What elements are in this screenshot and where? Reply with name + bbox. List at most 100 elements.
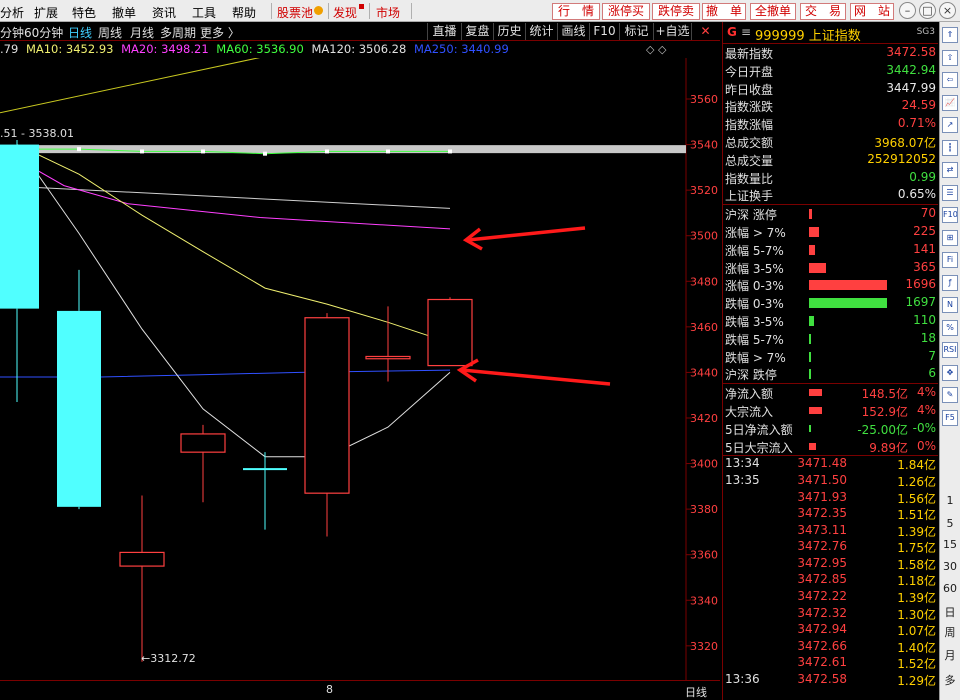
flow-label: 大宗流入 <box>725 404 774 419</box>
minimize-icon[interactable]: – <box>899 2 916 19</box>
list-icon[interactable]: ☰ <box>942 184 958 201</box>
tick-time: 13:36 <box>725 672 760 687</box>
ma250-value: MA250: 3440.99 <box>413 42 509 56</box>
cancel-order-button[interactable]: 撤 单 <box>702 3 746 20</box>
ma10-value: MA10: 3452.93 <box>25 42 114 56</box>
trade-button[interactable]: 交 易 <box>800 3 846 20</box>
period-weekly[interactable]: 周线 <box>98 24 122 41</box>
menu-analysis[interactable]: 分析 <box>0 4 24 21</box>
finance-icon[interactable]: Fi <box>942 252 958 268</box>
strip-period-9[interactable]: 多 <box>940 672 960 688</box>
distribution-label: 沪深 跌停 <box>725 368 777 383</box>
close-chart-icon[interactable]: ✕ <box>691 23 719 40</box>
strip-period-7[interactable]: 周 <box>940 624 960 640</box>
distribution-row: 沪深 跌停 6 <box>723 365 938 383</box>
menu-help[interactable]: 帮助 <box>232 4 256 21</box>
f10-icon[interactable]: F10 <box>942 207 958 223</box>
strip-period-3[interactable]: 15 <box>940 538 960 551</box>
live-button[interactable]: 直播 <box>427 23 461 40</box>
rsi-icon[interactable]: RSI <box>942 342 958 358</box>
menu-feature[interactable]: 特色 <box>72 4 96 21</box>
news-icon[interactable]: N <box>942 297 958 313</box>
move-icon[interactable]: ✥ <box>942 364 958 381</box>
filter-icon[interactable]: ⊞ <box>942 229 958 246</box>
stats-icon[interactable]: % <box>942 319 958 336</box>
collapse-diamond-icon[interactable]: ◇ ◇ <box>646 43 666 56</box>
distribution-label: 跌幅 3-5% <box>725 314 784 329</box>
quote-row: 总成交量 252912052 <box>723 151 938 169</box>
add-watchlist-button[interactable]: +自选 <box>653 23 691 40</box>
tick-price: 3472.35 <box>797 506 847 521</box>
menu-news[interactable]: 资讯 <box>152 4 176 21</box>
distribution-row: 涨幅 5-7% 141 <box>723 241 938 259</box>
strip-period-2[interactable]: 5 <box>940 517 960 530</box>
history-button[interactable]: 历史 <box>493 23 525 40</box>
tick-volume: 1.18亿 <box>897 574 936 589</box>
period-minute[interactable]: 分钟 <box>0 24 24 41</box>
tick-row: 3472.95 1.58亿 <box>723 556 938 573</box>
strip-period-5[interactable]: 60 <box>940 582 960 595</box>
chart-icon[interactable]: 📈 <box>942 94 958 111</box>
formula-icon[interactable]: ƒ <box>942 274 958 291</box>
f5-icon[interactable]: F5 <box>942 409 958 426</box>
home-icon[interactable]: ⇧ <box>942 49 958 66</box>
restore-icon[interactable]: □ <box>919 2 936 19</box>
flow-bar <box>809 389 822 397</box>
tick-row: 3471.93 1.56亿 <box>723 490 938 507</box>
tick-volume: 1.40亿 <box>897 640 936 655</box>
quote-value: 3442.94 <box>886 62 936 77</box>
flow-bar <box>809 424 811 432</box>
limit-up-buy-button[interactable]: 涨停买 <box>602 3 650 20</box>
tick-row: 3472.66 1.40亿 <box>723 639 938 656</box>
close-icon[interactable]: × <box>939 2 956 19</box>
period-more[interactable]: 更多 〉 <box>200 24 240 41</box>
tick-row: 3472.94 1.07亿 <box>723 622 938 639</box>
tick-row: 3472.85 1.18亿 <box>723 572 938 589</box>
quote-list: 最新指数 3472.58 今日开盘 3442.94 昨日收盘 3447.99 指数涨跌 24.… <box>723 44 938 204</box>
quote-button[interactable]: 行 情 <box>552 3 600 20</box>
up-arrow-icon[interactable]: ⇑ <box>942 27 958 43</box>
menu-discover[interactable]: 发现 <box>333 4 357 21</box>
tick-row: 3472.35 1.51亿 <box>723 506 938 523</box>
menu-tools[interactable]: 工具 <box>192 4 216 21</box>
tick-volume: 1.75亿 <box>897 541 936 556</box>
period-60min[interactable]: 60分钟 <box>24 24 63 41</box>
f10-button[interactable]: F10 <box>589 23 619 40</box>
date-label: 8 <box>326 683 333 696</box>
pencil-icon[interactable]: ✎ <box>942 387 958 403</box>
strip-period-4[interactable]: 30 <box>940 560 960 573</box>
menu-extend[interactable]: 扩展 <box>34 4 58 21</box>
strip-period-1[interactable]: 1 <box>940 494 960 507</box>
distribution-bar <box>809 351 811 362</box>
strip-period-6[interactable]: 日 <box>940 604 960 620</box>
strip-period-8[interactable]: 月 <box>940 647 960 663</box>
ma120-line <box>0 185 451 209</box>
distribution-list: 沪深 涨停 70 涨幅 > 7% 225 涨幅 5-7% 141 涨幅 3-5% 365 涨幅 … <box>723 205 938 383</box>
stats-button[interactable]: 统计 <box>525 23 557 40</box>
menu-cancel-order[interactable]: 撤单 <box>112 4 136 21</box>
menu-lines-icon[interactable]: ≡ <box>741 25 751 39</box>
period-daily[interactable]: 日线 <box>68 24 92 41</box>
menu-market[interactable]: 市场 <box>376 4 400 21</box>
trend-icon[interactable]: ↗ <box>942 117 958 133</box>
period-multi[interactable]: 多周期 <box>160 24 196 41</box>
quote-row: 今日开盘 3442.94 <box>723 62 938 80</box>
limit-down-sell-button[interactable]: 跌停卖 <box>652 3 700 20</box>
mark-button[interactable]: 标记 <box>619 23 653 40</box>
menu-stock-pool[interactable]: 股票池 <box>277 4 313 21</box>
distribution-row: 跌幅 0-3% 1697 <box>723 294 938 312</box>
kline-icon[interactable]: ┇ <box>942 139 958 156</box>
tick-list[interactable]: 13:34 3471.48 1.84亿 13:35 3471.50 1.26亿 3471.9… <box>723 456 938 688</box>
website-button[interactable]: 网 站 <box>850 3 894 20</box>
back-icon[interactable]: ⇦ <box>942 72 958 88</box>
review-button[interactable]: 复盘 <box>461 23 493 40</box>
cancel-all-button[interactable]: 全撤单 <box>750 3 796 20</box>
distribution-bar <box>809 333 811 344</box>
draw-button[interactable]: 画线 <box>557 23 589 40</box>
kline-chart[interactable]: 3560 3540 3520 3500 3480 3460 3440 3420 3400 3380… <box>0 58 722 680</box>
g-icon[interactable]: G <box>727 25 737 39</box>
ma60-value: MA60: 3536.90 <box>216 42 304 56</box>
compare-icon[interactable]: ⇄ <box>942 162 958 178</box>
flow-label: 净流入额 <box>725 387 774 402</box>
period-monthly[interactable]: 月线 <box>130 24 154 41</box>
